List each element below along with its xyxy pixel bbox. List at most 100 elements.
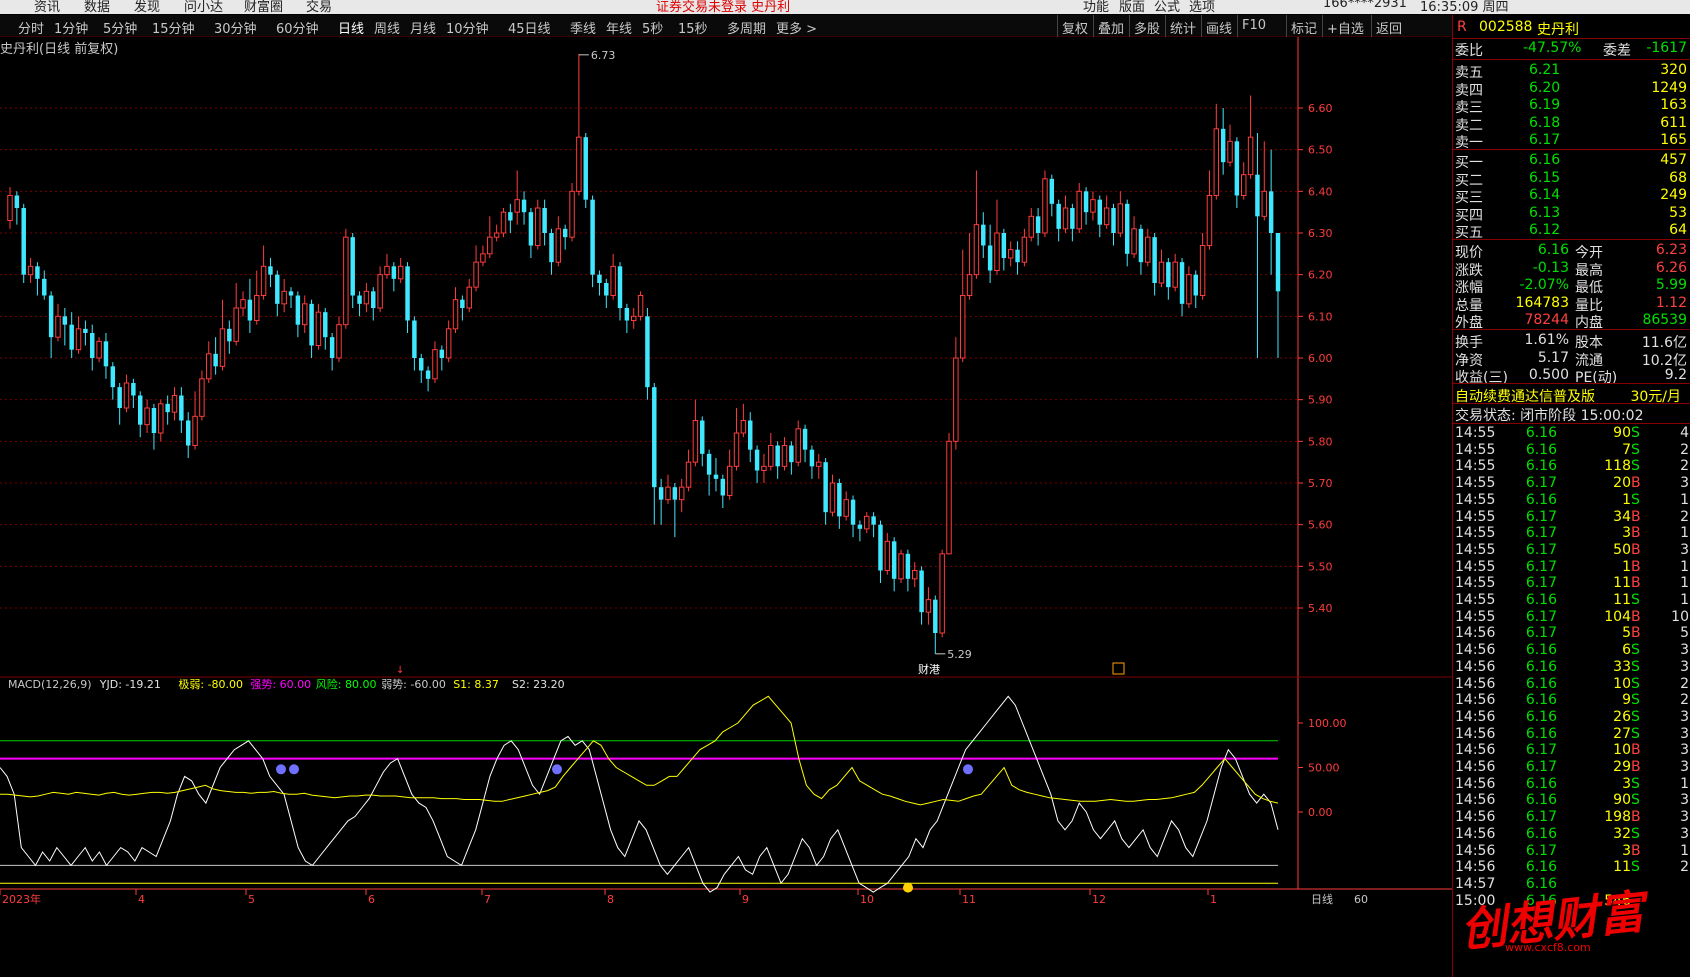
login-warning[interactable]: 证券交易未登录 史丹利 (656, 0, 790, 14)
tick-price: 6.16 (1525, 692, 1557, 709)
period-tab[interactable]: 15秒 (678, 18, 708, 37)
tool-button[interactable]: 画线 (1206, 18, 1232, 37)
tool-separator (1093, 15, 1094, 37)
period-tab[interactable]: 日线 (338, 18, 364, 37)
candle-body-down (1097, 199, 1103, 225)
tick-count: 3 (1680, 742, 1689, 759)
tool-button[interactable]: 返回 (1376, 18, 1402, 37)
candle-body-down (110, 366, 116, 388)
candle-body-down (542, 208, 547, 233)
candle-body-down (131, 383, 136, 396)
candle-body-down (1138, 228, 1144, 263)
tool-button[interactable]: 复权 (1062, 18, 1088, 37)
tick-price: 6.16 (1525, 775, 1557, 792)
period-tab[interactable]: 1分钟 (54, 18, 88, 37)
candle-body-up (466, 286, 472, 309)
stat2-value: 9.2 (1664, 367, 1687, 384)
candle-body-down (672, 487, 678, 500)
candle-body-down (1083, 191, 1089, 213)
tool-button[interactable]: F10 (1242, 18, 1266, 33)
period-tab[interactable]: 多周期 (727, 18, 766, 37)
candle-body-down (69, 324, 74, 350)
tool-button[interactable]: +自选 (1327, 18, 1364, 37)
menu-item-jiaoyi[interactable]: 交易 (306, 0, 332, 14)
stat-value: -0.13 (1532, 259, 1569, 276)
stat-value: 1.12 (1655, 294, 1687, 311)
tool-separator (1165, 15, 1166, 37)
weibi-label: 委比 (1455, 43, 1483, 59)
tick-price: 6.17 (1525, 625, 1557, 642)
weicha-label: 委差 (1603, 43, 1631, 59)
candle-body-down (288, 291, 294, 296)
menu-item-gongneng[interactable]: 功能 (1083, 0, 1109, 14)
period-tab[interactable]: 5分钟 (103, 18, 137, 37)
period-tab[interactable]: 45日线 (508, 18, 551, 37)
tool-button[interactable]: 多股 (1134, 18, 1160, 37)
candle-body-up (343, 236, 349, 326)
period-tab[interactable]: 更多 > (776, 18, 817, 37)
menu-item-caifuquan[interactable]: 财富圈 (244, 0, 283, 14)
tool-button[interactable]: 统计 (1170, 18, 1196, 37)
period-tab[interactable]: 季线 (570, 18, 596, 37)
candle-body-up (158, 403, 164, 434)
tool-separator (1286, 15, 1287, 37)
indicator-yellow-line (0, 695, 1279, 806)
tick-volume: 7 (1622, 441, 1631, 458)
candle-body-up (363, 290, 370, 305)
candle-body-down (1268, 191, 1274, 233)
period-tab[interactable]: 15分钟 (152, 18, 195, 37)
period-tab[interactable]: 10分钟 (446, 18, 489, 37)
tick-side: B (1631, 608, 1641, 625)
menu-item-gongshi[interactable]: 公式 (1154, 0, 1180, 14)
candle-body-down (62, 316, 68, 325)
face-icon (276, 764, 286, 775)
tick-volume: 33 (1613, 658, 1631, 675)
candle-body-down (802, 428, 808, 450)
candle-body-down (1070, 208, 1075, 229)
candle-body-down (789, 445, 794, 463)
candle-body-down (14, 195, 20, 208)
tick-volume: 26 (1613, 708, 1631, 725)
bid-price: 6.13 (1529, 204, 1561, 221)
period-tab[interactable]: 月线 (410, 18, 436, 37)
candle-body-down (617, 266, 623, 308)
stock-code: 002588 (1479, 19, 1533, 35)
candle-body-up (192, 415, 198, 447)
tick-count: 3 (1680, 759, 1689, 775)
candle-body-down (419, 358, 424, 371)
tick-time: 14:55 (1455, 525, 1496, 542)
candle-body-up (171, 395, 178, 413)
candle-body-up (452, 299, 459, 330)
panel-divider (1453, 149, 1690, 150)
tick-time: 14:55 (1455, 458, 1496, 475)
tick-price: 6.17 (1525, 575, 1557, 592)
period-tab[interactable]: 5秒 (642, 18, 663, 37)
period-tab[interactable]: 年线 (606, 18, 632, 37)
menu-item-faxian[interactable]: 发现 (134, 0, 160, 14)
candle-body-down (562, 228, 568, 238)
tick-time: 14:57 (1455, 875, 1496, 892)
candle-body-down (412, 320, 417, 358)
menu-item-zixun[interactable]: 资讯 (34, 0, 60, 14)
candle-body-down (645, 316, 650, 388)
ask-volume: 163 (1660, 97, 1687, 114)
tool-button[interactable]: 叠加 (1098, 18, 1124, 37)
period-tab[interactable]: 30分钟 (214, 18, 257, 37)
menu-item-wenxiaoda[interactable]: 问小达 (184, 0, 223, 14)
tool-button[interactable]: 标记 (1291, 18, 1317, 37)
period-toolbar: 分时 1分钟 5分钟 15分钟 30分钟 60分钟 日线 周线 月线 10分钟 45日线 季线 年线 5秒… (0, 15, 1452, 37)
candle-body-up (1199, 245, 1206, 296)
menu-item-shuju[interactable]: 数据 (84, 0, 110, 14)
candle-body-up (610, 265, 616, 296)
tick-volume: 50 (1613, 541, 1631, 558)
period-tab[interactable]: 周线 (374, 18, 400, 37)
menu-item-banmian[interactable]: 版面 (1119, 0, 1145, 14)
ask-price: 6.17 (1529, 132, 1561, 149)
tick-time: 14:56 (1455, 708, 1496, 725)
period-tab[interactable]: 分时 (18, 18, 44, 37)
tick-time: 14:55 (1455, 541, 1496, 558)
period-tab[interactable]: 60分钟 (276, 18, 319, 37)
main-chart[interactable]: 6.60 6.50 6.40 6.30 6.20 6.10 6.00 5.90 5.80 5.70… (0, 37, 1452, 977)
panel-divider (1453, 329, 1690, 330)
menu-item-xuanxiang[interactable]: 选项 (1189, 0, 1215, 14)
